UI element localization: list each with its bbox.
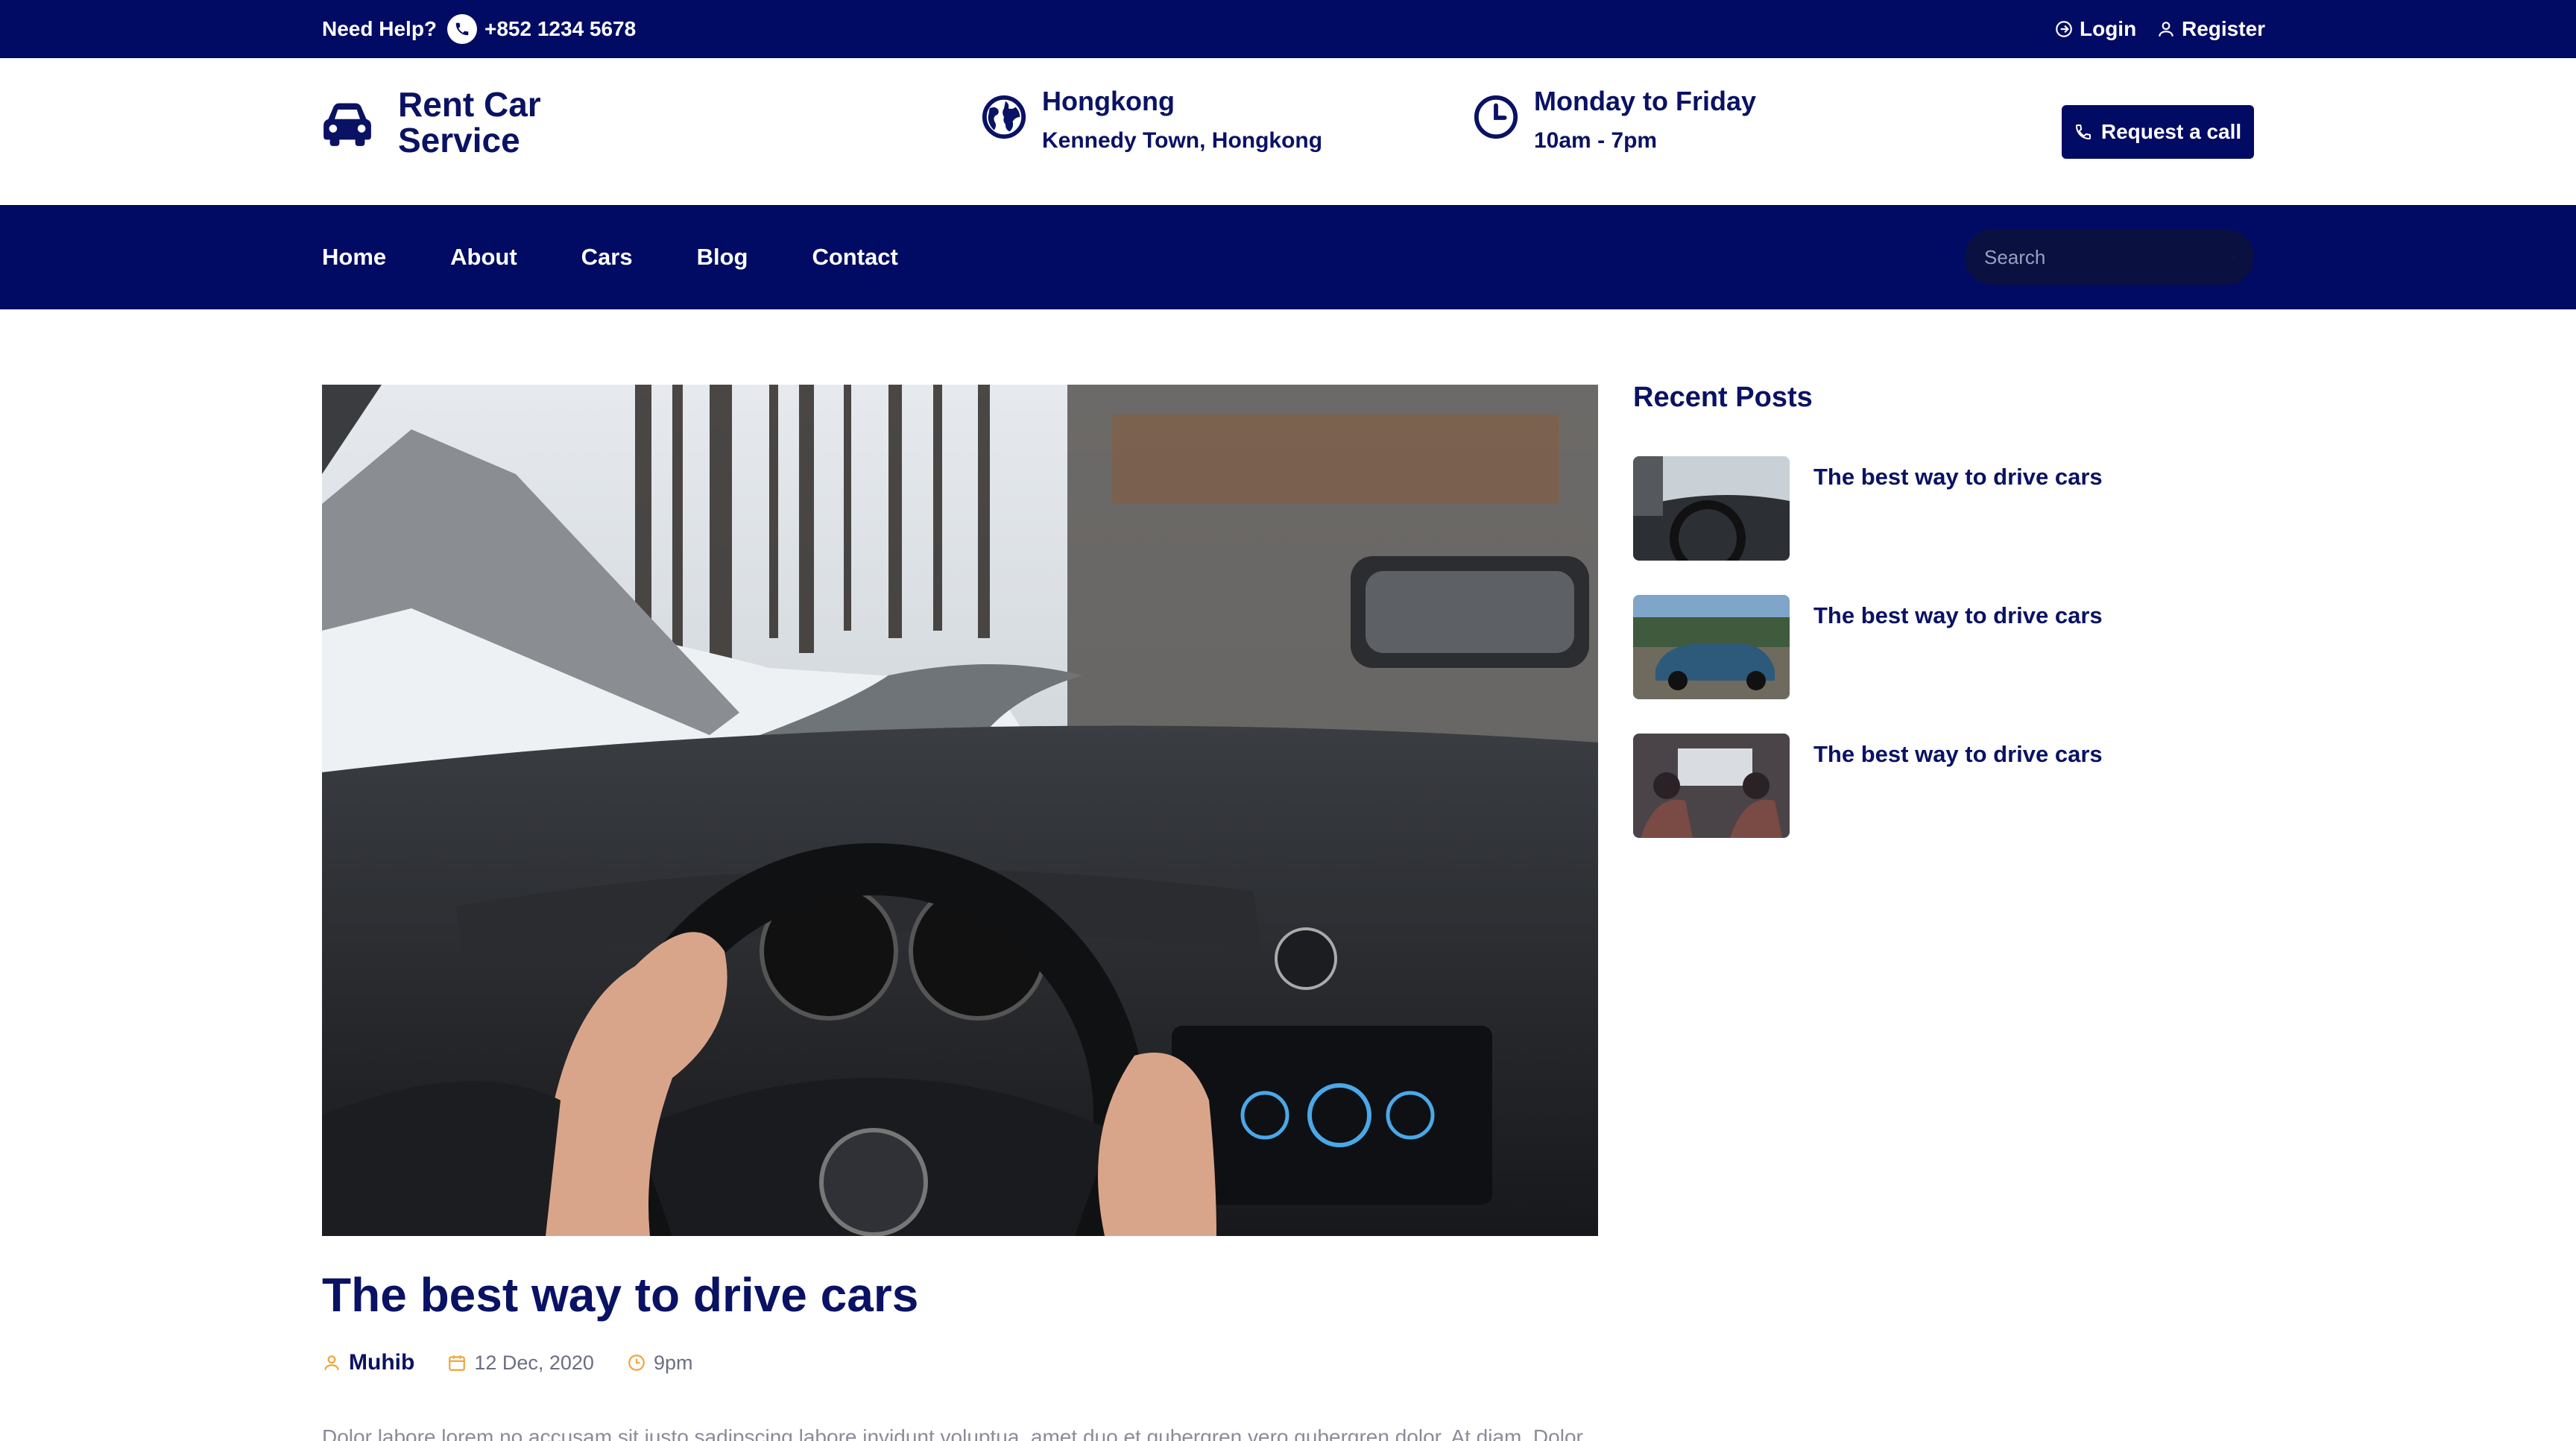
car-icon [323, 103, 371, 146]
location-info: Hongkong Kennedy Town, Hongkong [981, 85, 1322, 154]
post-hero-image [322, 385, 1598, 1236]
phone-icon [447, 14, 477, 44]
hours-title: Monday to Friday [1534, 86, 1757, 116]
recent-post-title[interactable]: The best way to drive cars [1813, 741, 2103, 768]
recent-post-thumbnail[interactable] [1633, 734, 1790, 838]
login-link[interactable]: Login [2054, 0, 2136, 58]
hours-time: 10am - 7pm [1534, 128, 1658, 153]
nav-item-home[interactable]: Home [322, 244, 386, 271]
post-date: 12 Dec, 2020 [447, 1352, 594, 1375]
brand-name: Rent Car Service [398, 86, 541, 158]
nav-links: Home About Cars Blog Contact [322, 205, 962, 309]
request-call-button[interactable]: Request a call [2062, 105, 2254, 159]
user-icon [2159, 22, 2174, 37]
nav-item-cars[interactable]: Cars [581, 244, 633, 271]
driving-scene-image [322, 385, 1598, 1236]
recent-post-item[interactable]: The best way to drive cars [1633, 456, 2252, 561]
post-title: The best way to drive cars [322, 1268, 919, 1322]
post-time: 9pm [627, 1351, 693, 1375]
recent-post-title[interactable]: The best way to drive cars [1813, 602, 2103, 629]
login-icon [2056, 21, 2072, 37]
time-label: 9pm [653, 1351, 693, 1374]
search-input[interactable] [1984, 245, 2234, 269]
recent-post-thumbnail[interactable] [1633, 456, 1790, 561]
date-label: 12 Dec, 2020 [474, 1351, 594, 1374]
post-author[interactable]: Muhib [322, 1350, 414, 1375]
hours-info: Monday to Friday 10am - 7pm [1473, 85, 1756, 154]
location-title: Hongkong [1042, 86, 1175, 116]
register-label: Register [2182, 17, 2266, 40]
user-icon [324, 1355, 339, 1370]
brand-logo[interactable]: Rent Car Service [322, 86, 541, 158]
register-link[interactable]: Register [2156, 0, 2265, 58]
brand-name-line1: Rent Car [398, 85, 541, 124]
phone-number: +852 1234 5678 [484, 17, 637, 40]
calendar-icon [449, 1355, 466, 1371]
post-excerpt: Dolor labore lorem no accusam sit justo … [322, 1425, 1583, 1441]
nav-item-contact[interactable]: Contact [812, 244, 897, 271]
nav-item-about[interactable]: About [450, 244, 517, 271]
brand-name-line2: Service [398, 121, 520, 160]
recent-post-thumbnail[interactable] [1633, 595, 1790, 699]
main-nav: Home About Cars Blog Contact [0, 205, 2576, 309]
request-call-label: Request a call [2100, 120, 2242, 143]
search-box [1965, 230, 2254, 285]
location-address: Kennedy Town, Hongkong [1042, 128, 1323, 153]
clock-icon [1474, 95, 1518, 139]
globe-icon [982, 95, 1026, 139]
recent-post-title[interactable]: The best way to drive cars [1813, 464, 2103, 491]
author-name: Muhib [349, 1350, 415, 1375]
nav-item-blog[interactable]: Blog [697, 244, 748, 271]
post-meta: Muhib 12 Dec, 2020 9pm [322, 1348, 725, 1378]
site-header: Rent Car Service Hongkong Kennedy Town, … [0, 58, 2576, 205]
clock-icon [628, 1355, 645, 1371]
phone-contact[interactable]: +852 1234 5678 [447, 0, 636, 58]
phone-icon [2075, 124, 2091, 140]
need-help-label: Need Help? [322, 17, 438, 40]
search-icon[interactable] [2234, 245, 2235, 269]
recent-post-item[interactable]: The best way to drive cars [1633, 734, 2252, 838]
recent-post-item[interactable]: The best way to drive cars [1633, 595, 2252, 699]
top-bar: Need Help? +852 1234 5678 Login Register [0, 0, 2576, 58]
recent-posts-title: Recent Posts [1633, 382, 1813, 413]
login-label: Login [2080, 17, 2137, 40]
